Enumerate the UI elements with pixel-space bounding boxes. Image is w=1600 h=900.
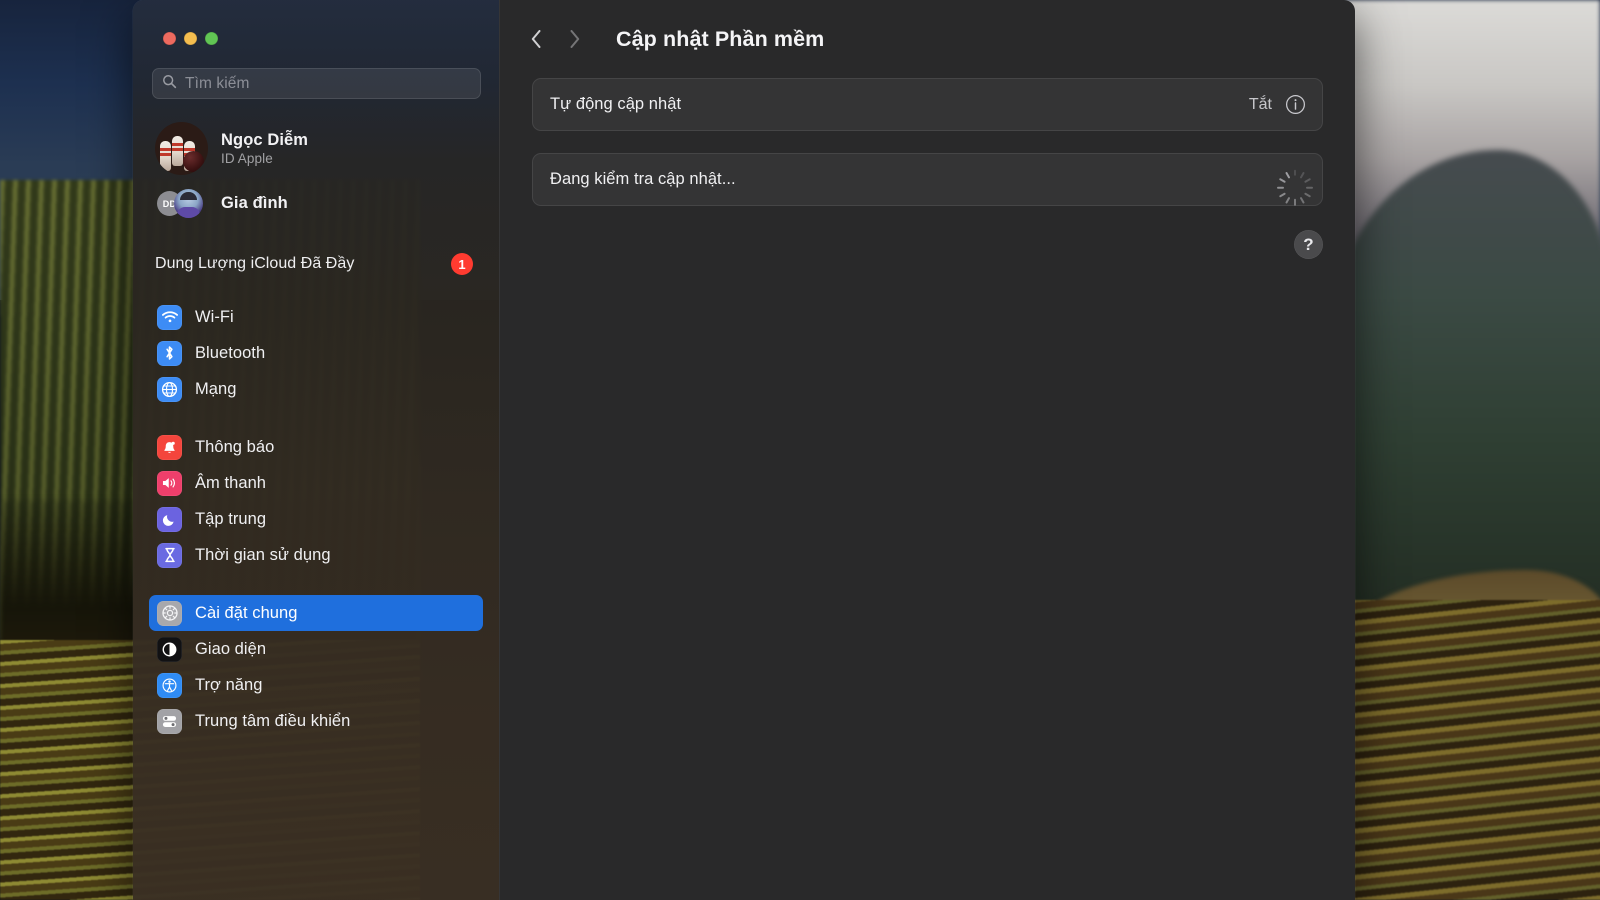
sidebar-item-focus[interactable]: Tập trung <box>149 501 483 537</box>
sidebar-item-label: Trung tâm điều khiển <box>195 711 351 730</box>
hourglass-icon <box>157 542 182 568</box>
account-subtitle: ID Apple <box>221 151 273 166</box>
search-icon <box>162 74 177 94</box>
appearance-icon <box>157 636 182 662</box>
row-value: Tắt <box>1248 95 1272 113</box>
back-chevron-icon[interactable] <box>530 28 543 50</box>
sidebar-item-label: Cài đặt chung <box>195 603 298 622</box>
globe-icon <box>157 376 182 402</box>
sidebar-item-screen-time[interactable]: Thời gian sử dụng <box>149 537 483 573</box>
icloud-storage-alert-row[interactable]: Dung Lượng iCloud Đã Đầy 1 <box>149 249 483 279</box>
pane-toolbar: Cập nhật Phần mềm <box>500 0 1355 78</box>
checking-for-updates-row: Đang kiểm tra cập nhật... <box>532 153 1323 206</box>
accessibility-icon <box>157 672 182 698</box>
bell-icon <box>157 434 182 460</box>
moon-icon <box>157 506 182 532</box>
family-row[interactable]: DD Gia đình <box>149 184 485 222</box>
search-field[interactable]: Tìm kiếm <box>152 68 481 99</box>
content-pane: Cập nhật Phần mềm Tự động cập nhật Tắt Đ… <box>499 0 1355 900</box>
sidebar: Tìm kiếm Ngọc Diễm ID Apple DD Gia đình … <box>133 0 499 900</box>
sidebar-item-wifi[interactable]: Wi-Fi <box>149 299 483 335</box>
search-container: Tìm kiếm <box>133 45 499 99</box>
sidebar-item-label: Âm thanh <box>195 473 267 492</box>
family-avatars: DD <box>155 188 208 218</box>
gear-icon <box>157 600 182 626</box>
search-placeholder: Tìm kiếm <box>185 74 250 92</box>
row-label: Tự động cập nhật <box>550 95 682 113</box>
sidebar-item-bluetooth[interactable]: Bluetooth <box>149 335 483 371</box>
avatar <box>155 122 208 175</box>
spinner-icon <box>1277 169 1313 206</box>
help-button[interactable]: ? <box>1294 230 1323 259</box>
sidebar-item-accessibility[interactable]: Trợ năng <box>149 667 483 703</box>
navigation-buttons <box>530 28 581 50</box>
icloud-alert-label: Dung Lượng iCloud Đã Đầy <box>155 255 355 272</box>
sidebar-item-label: Mạng <box>195 379 237 398</box>
system-settings-window: Tìm kiếm Ngọc Diễm ID Apple DD Gia đình … <box>133 0 1355 900</box>
minimize-button[interactable] <box>184 32 197 45</box>
info-icon[interactable] <box>1285 94 1306 115</box>
account-name: Ngọc Diễm <box>221 131 309 149</box>
family-label: Gia đình <box>221 193 288 212</box>
sidebar-item-sound[interactable]: Âm thanh <box>149 465 483 501</box>
sidebar-item-network[interactable]: Mạng <box>149 371 483 407</box>
automatic-updates-row[interactable]: Tự động cập nhật Tắt <box>532 78 1323 131</box>
memoji-avatar <box>174 189 203 218</box>
sidebar-group-system: Thông báo Âm thanh Tập trung Thời gian s… <box>133 429 499 573</box>
row-trailing <box>1277 169 1313 206</box>
sidebar-item-label: Tập trung <box>195 509 267 528</box>
sidebar-group-general: Cài đặt chung Giao diện Trợ năng Trung t… <box>133 595 499 739</box>
sidebar-item-appearance[interactable]: Giao diện <box>149 631 483 667</box>
wallpaper-vineyard-right <box>1330 600 1600 900</box>
sidebar-item-notifications[interactable]: Thông báo <box>149 429 483 465</box>
row-trailing: Tắt <box>1249 94 1306 115</box>
status-badge: 1 <box>451 253 473 275</box>
bluetooth-icon <box>157 340 182 366</box>
apple-id-account-row[interactable]: Ngọc Diễm ID Apple <box>149 117 485 180</box>
traffic-light-buttons <box>133 0 499 45</box>
row-label: Đang kiểm tra cập nhật... <box>550 170 736 188</box>
page-title: Cập nhật Phần mềm <box>616 26 825 51</box>
sidebar-item-label: Trợ năng <box>195 675 263 694</box>
forward-chevron-icon[interactable] <box>568 28 581 50</box>
sidebar-group-network: Wi-Fi Bluetooth Mạng <box>133 299 499 407</box>
help-row: ? <box>532 230 1323 259</box>
sidebar-item-label: Thông báo <box>195 437 275 456</box>
wallpaper-hills <box>1330 150 1600 630</box>
zoom-button[interactable] <box>205 32 218 45</box>
sidebar-item-label: Wi-Fi <box>195 307 234 326</box>
sidebar-item-label: Bluetooth <box>195 343 266 362</box>
wifi-icon <box>157 304 182 330</box>
sidebar-item-control-center[interactable]: Trung tâm điều khiển <box>149 703 483 739</box>
speaker-icon <box>157 470 182 496</box>
control-center-icon <box>157 708 182 734</box>
sidebar-item-label: Giao diện <box>195 639 267 658</box>
close-button[interactable] <box>163 32 176 45</box>
sidebar-item-general[interactable]: Cài đặt chung <box>149 595 483 631</box>
sidebar-item-label: Thời gian sử dụng <box>195 545 331 564</box>
pane-body: Tự động cập nhật Tắt Đang kiểm tra cập n… <box>500 78 1355 259</box>
